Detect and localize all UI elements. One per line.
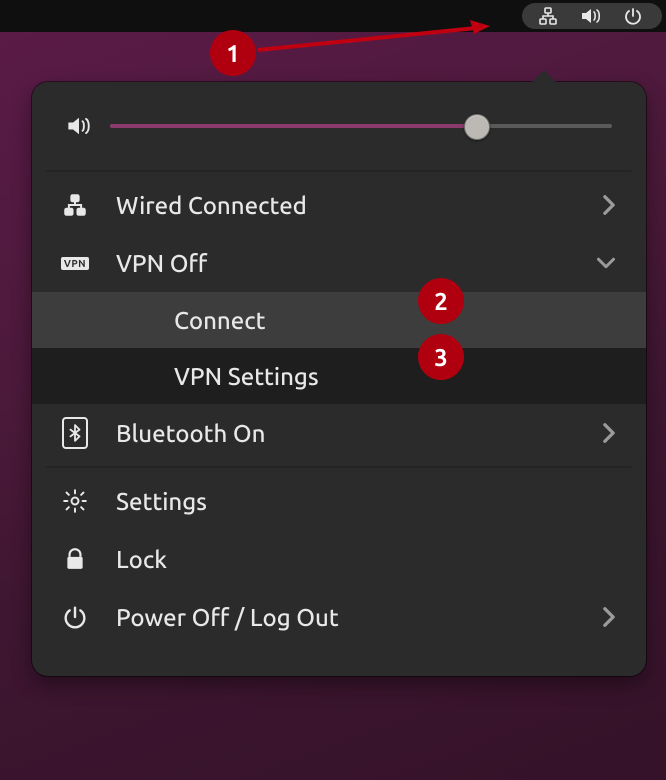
annotation-arrow (254, 20, 494, 60)
slider-thumb[interactable] (464, 114, 490, 140)
divider (46, 170, 632, 172)
wired-label: Wired Connected (116, 192, 580, 219)
volume-row (32, 82, 646, 166)
settings-row[interactable]: Settings (32, 472, 646, 530)
vpn-settings-label: VPN Settings (174, 363, 616, 390)
system-menu-panel: Wired Connected VPN VPN Off Connect VPN … (32, 82, 646, 676)
lock-label: Lock (116, 546, 616, 573)
lock-icon (56, 547, 94, 571)
network-wired-icon[interactable] (538, 7, 558, 25)
vpn-connect-row[interactable]: Connect (32, 292, 646, 348)
vpn-settings-row[interactable]: VPN Settings (32, 348, 646, 404)
power-row[interactable]: Power Off / Log Out (32, 588, 646, 646)
system-tray[interactable] (522, 3, 662, 29)
chevron-right-icon (602, 194, 616, 216)
network-wired-icon (56, 194, 94, 216)
annotation-badge-3: 3 (420, 336, 462, 378)
vpn-row[interactable]: VPN VPN Off (32, 234, 646, 292)
annotation-badge-1: 1 (212, 32, 254, 74)
divider (46, 466, 632, 468)
chevron-down-icon (596, 256, 616, 270)
power-icon[interactable] (624, 7, 642, 25)
bluetooth-label: Bluetooth On (116, 420, 580, 447)
panel-pointer (532, 70, 556, 82)
vpn-connect-label: Connect (174, 307, 616, 334)
volume-icon (66, 115, 92, 137)
annotation-3-text: 3 (434, 344, 448, 371)
settings-label: Settings (116, 488, 616, 515)
lock-row[interactable]: Lock (32, 530, 646, 588)
slider-fill (110, 124, 476, 128)
bluetooth-row[interactable]: Bluetooth On (32, 404, 646, 462)
vpn-label: VPN Off (116, 250, 574, 277)
vpn-icon: VPN (56, 257, 94, 270)
annotation-badge-2: 2 (420, 280, 462, 322)
chevron-right-icon (602, 606, 616, 628)
annotation-1-text: 1 (226, 40, 240, 67)
volume-icon[interactable] (580, 7, 602, 25)
gear-icon (56, 488, 94, 514)
wired-row[interactable]: Wired Connected (32, 176, 646, 234)
volume-slider[interactable] (110, 114, 612, 138)
power-label: Power Off / Log Out (116, 604, 580, 631)
bluetooth-icon (56, 417, 94, 449)
power-icon (56, 605, 94, 629)
annotation-2-text: 2 (434, 288, 448, 315)
chevron-right-icon (602, 422, 616, 444)
